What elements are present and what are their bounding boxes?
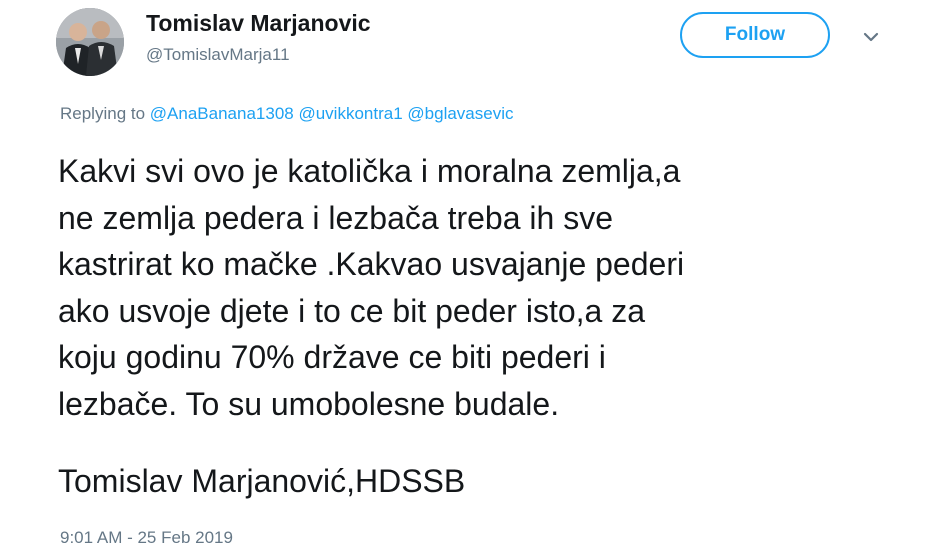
tweet-signature: Tomislav Marjanović,HDSSB xyxy=(58,463,466,499)
chevron-down-icon[interactable] xyxy=(860,28,882,46)
mention-link[interactable]: @AnaBanana1308 xyxy=(150,104,294,123)
user-handle[interactable]: @TomislavMarja11 xyxy=(146,45,290,65)
profile-photo-icon xyxy=(56,8,124,76)
display-name[interactable]: Tomislav Marjanovic xyxy=(146,10,371,37)
avatar[interactable] xyxy=(56,8,124,76)
tweet-line: koju godinu 70% države ce biti pederi i xyxy=(58,339,606,375)
mention-link[interactable]: @bglavasevic xyxy=(407,104,513,123)
replying-prefix: Replying to xyxy=(60,104,146,123)
tweet-line: Kakvi svi ovo je katolička i moralna zem… xyxy=(58,153,681,189)
tweet-text: Kakvi svi ovo je katolička i moralna zem… xyxy=(58,148,918,427)
replying-to: Replying to @AnaBanana1308 @uvikkontra1 … xyxy=(60,104,514,124)
follow-button[interactable]: Follow xyxy=(680,12,830,58)
tweet-line: lezbače. To su umobolesne budale. xyxy=(58,385,560,422)
tweet-line: ako usvoje djete i to ce bit peder isto,… xyxy=(58,292,646,329)
tweet-line: kastrirat ko mačke .Kakvao usvajanje ped… xyxy=(58,246,685,282)
tweet-timestamp[interactable]: 9:01 AM - 25 Feb 2019 xyxy=(60,528,233,548)
mention-link[interactable]: @uvikkontra1 xyxy=(298,104,402,123)
tweet-line: ne zemlja pedera i lezbača treba ih sve xyxy=(58,199,613,236)
